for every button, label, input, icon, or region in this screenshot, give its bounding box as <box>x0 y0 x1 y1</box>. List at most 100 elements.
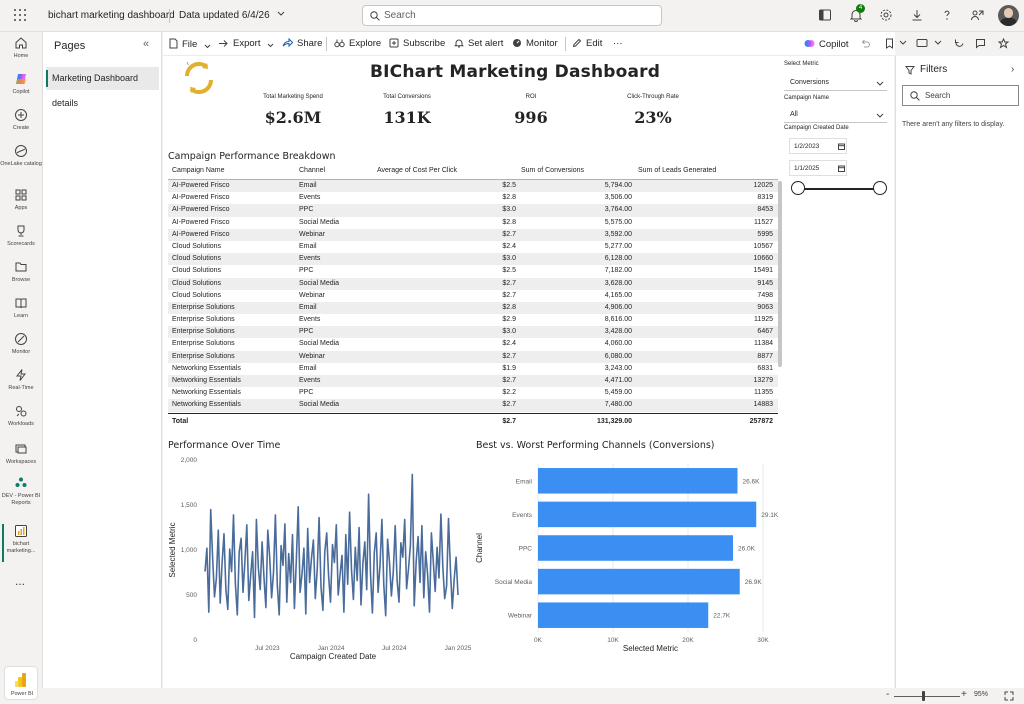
table-row[interactable]: Enterprise Solutions Webinar $2.7 6,080.00 8… <box>168 350 778 363</box>
monitor-button[interactable]: Monitor <box>512 38 558 49</box>
column-header-channel[interactable]: Channel <box>299 167 325 174</box>
explore-button[interactable]: Explore <box>334 38 381 49</box>
zoom-out-button[interactable]: - <box>886 689 889 700</box>
table-row[interactable]: AI-Powered Frisco Webinar $2.7 3,592.00 5995 <box>168 228 778 241</box>
column-header-sum-of-leads[interactable]: Sum of Leads Generated <box>638 167 716 174</box>
rail-item-dev-power-bi-reports[interactable]: DEV - Power BI Reports <box>0 476 42 507</box>
table-row[interactable]: Cloud Solutions Email $2.4 5,277.00 10567 <box>168 241 778 253</box>
metric-slicer-dropdown[interactable]: Conversions <box>784 75 887 91</box>
home-icon <box>15 37 27 49</box>
date-range-start-handle[interactable] <box>791 181 805 195</box>
set-alert-button[interactable]: Set alert <box>453 38 503 49</box>
more-options-button[interactable]: ··· <box>613 38 623 49</box>
zoom-slider-handle[interactable] <box>922 691 925 701</box>
zoom-in-button[interactable]: + <box>961 689 967 700</box>
column-header-avg-cost-per-click[interactable]: Average of Cost Per Click <box>377 167 457 174</box>
view-chevron-icon[interactable] <box>934 40 942 46</box>
cell-channel: Email <box>299 242 317 250</box>
app-launcher-icon[interactable] <box>14 9 28 23</box>
bar-email[interactable] <box>538 468 738 494</box>
help-icon[interactable] <box>940 8 954 22</box>
zoom-slider-track[interactable] <box>894 696 960 697</box>
bar-webinar[interactable] <box>538 602 709 628</box>
report-title[interactable]: bichart marketing dashboard <box>48 10 175 21</box>
rail-item-scorecards[interactable]: Scorecards <box>0 224 42 248</box>
rail-item-home[interactable]: Home <box>0 36 42 60</box>
star-favorite-icon[interactable] <box>998 38 1009 49</box>
export-menu-button[interactable]: Export <box>218 38 278 49</box>
date-start-input[interactable]: 1/2/2023 <box>789 138 847 154</box>
table-row[interactable]: AI-Powered Frisco PPC $3.0 3,764.00 8453 <box>168 204 778 217</box>
view-icon[interactable] <box>916 38 928 48</box>
filters-search-input[interactable]: Search <box>902 85 1019 106</box>
table-row[interactable]: Cloud Solutions Events $3.0 6,128.00 10660 <box>168 253 778 266</box>
power-bi-switcher[interactable]: Power BI <box>4 666 38 700</box>
subscribe-button[interactable]: Subscribe <box>389 38 445 49</box>
table-row[interactable]: Cloud Solutions PPC $2.5 7,182.00 15491 <box>168 265 778 277</box>
table-row[interactable]: Cloud Solutions Webinar $2.7 4,165.00 7498 <box>168 290 778 302</box>
date-end-input[interactable]: 1/1/2025 <box>789 160 847 176</box>
download-icon[interactable] <box>910 8 924 22</box>
panel-toggle-icon[interactable] <box>818 8 832 22</box>
comment-icon[interactable] <box>975 38 986 49</box>
table-row[interactable]: Enterprise Solutions Events $2.9 8,616.00 11… <box>168 314 778 326</box>
settings-gear-icon[interactable] <box>879 8 893 22</box>
table-row[interactable]: Enterprise Solutions PPC $3.0 3,428.00 6467 <box>168 326 778 339</box>
bar-social-media[interactable] <box>538 568 740 595</box>
best-worst-channels-chart[interactable]: Email 26.6K Events 29.1K PPC 26.0K Social Medi… <box>473 452 781 664</box>
user-avatar[interactable] <box>998 5 1019 26</box>
copilot-button[interactable]: Copilot <box>804 38 849 50</box>
rail-item-browse[interactable]: Browse <box>0 260 42 284</box>
expand-filters-icon[interactable]: › <box>1011 64 1014 75</box>
global-search-input[interactable]: Search <box>362 5 662 26</box>
rail-item-workloads[interactable]: Workloads <box>0 404 42 428</box>
column-header-sum-of-conversions[interactable]: Sum of Conversions <box>521 167 584 174</box>
rail-item-apps[interactable]: Apps <box>0 188 42 212</box>
table-row[interactable]: Networking Essentials PPC $2.2 5,459.00 1135… <box>168 387 778 399</box>
data-updated-dropdown[interactable]: Data updated 6/4/26 <box>179 10 285 21</box>
campaign-performance-table[interactable]: Campaign Name Channel Average of Cost Pe… <box>168 163 778 427</box>
line-series[interactable] <box>204 473 459 619</box>
rail-item-learn[interactable]: Learn <box>0 296 42 320</box>
bookmark-chevron-icon[interactable] <box>899 40 907 46</box>
fit-to-page-icon[interactable] <box>1004 691 1014 701</box>
rail-item-onelake-catalog[interactable]: OneLake catalog <box>0 144 42 168</box>
rail-item-workspaces[interactable]: Workspaces <box>0 442 42 466</box>
bar-ppc[interactable] <box>538 535 733 561</box>
table-scrollbar[interactable] <box>778 181 782 367</box>
collapse-pages-icon[interactable]: « <box>143 38 149 50</box>
rail-item-monitor[interactable]: Monitor <box>0 332 42 356</box>
page-tab-details[interactable]: details <box>46 92 159 115</box>
share-people-icon[interactable] <box>970 8 984 22</box>
export-label: Export <box>233 38 261 49</box>
table-row[interactable]: Cloud Solutions Social Media $2.7 3,628.00 9… <box>168 277 778 290</box>
refresh-icon[interactable] <box>954 38 965 49</box>
table-row[interactable]: AI-Powered Frisco Events $2.8 3,506.00 8319 <box>168 192 778 204</box>
file-menu-button[interactable]: File <box>169 38 215 50</box>
rail-label: Browse <box>11 277 31 283</box>
monitor-icon <box>15 333 27 345</box>
date-range-end-handle[interactable] <box>873 181 887 195</box>
rail-more-button[interactable]: ... <box>15 574 25 588</box>
performance-over-time-chart[interactable]: 0 500 1,000 1,500 2,000 Jul 2023 Jan 2024 Jul 2… <box>163 452 473 664</box>
rail-item-real-time[interactable]: Real-Time <box>0 368 42 392</box>
table-row[interactable]: Enterprise Solutions Email $2.8 4,906.00 906… <box>168 301 778 315</box>
table-row[interactable]: AI-Powered Frisco Email $2.5 5,794.00 12025 <box>168 180 778 193</box>
column-header-campaign-name[interactable]: Campaign Name <box>172 167 225 174</box>
table-row[interactable]: Networking Essentials Events $2.7 4,471.00 1… <box>168 375 778 388</box>
table-row[interactable]: Enterprise Solutions Social Media $2.4 4,06… <box>168 338 778 350</box>
rail-item-bichart-marketing[interactable]: bichart marketing... <box>0 524 42 555</box>
table-row[interactable]: Networking Essentials Email $1.9 3,243.00 68… <box>168 363 778 375</box>
bookmark-icon[interactable] <box>885 38 894 49</box>
page-tab-marketing-dashboard[interactable]: Marketing Dashboard <box>46 67 159 90</box>
table-row[interactable]: AI-Powered Frisco Social Media $2.8 5,575.0… <box>168 217 778 229</box>
bar-events[interactable] <box>538 501 757 528</box>
status-bar: - + 95% <box>42 688 1024 704</box>
campaign-slicer-dropdown[interactable]: All <box>784 107 887 123</box>
rail-item-create[interactable]: Create <box>0 108 42 132</box>
undo-icon[interactable] <box>860 38 871 49</box>
edit-button[interactable]: Edit <box>572 38 602 49</box>
rail-item-copilot[interactable]: Copilot <box>0 72 42 96</box>
table-row[interactable]: Networking Essentials Social Media $2.7 7,4… <box>168 399 778 412</box>
share-button[interactable]: Share <box>282 37 322 49</box>
